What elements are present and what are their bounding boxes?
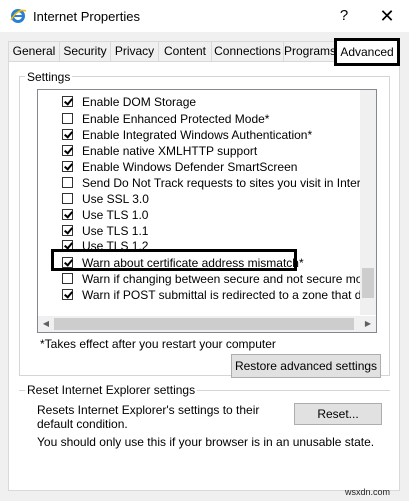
setting-label: Enable Windows Defender SmartScreen (82, 160, 298, 174)
settings-group-label: Settings (25, 70, 73, 84)
scroll-left-arrow-icon[interactable]: ◀ (38, 316, 54, 332)
tab-security[interactable]: Security (59, 41, 111, 61)
horizontal-scroll-thumb[interactable] (54, 318, 354, 330)
checkbox[interactable] (62, 225, 73, 236)
setting-label: Enable native XMLHTTP support (82, 144, 258, 158)
help-button[interactable]: ? (334, 6, 354, 26)
reset-warning: You should only use this if your browser… (37, 435, 375, 449)
reset-group-label: Reset Internet Explorer settings (25, 383, 198, 397)
setting-label: Use SSL 3.0 (82, 192, 149, 206)
checkbox[interactable] (62, 289, 73, 300)
tab-advanced[interactable]: Advanced (334, 38, 400, 66)
checkbox[interactable] (62, 96, 73, 107)
close-button[interactable]: ✕ (376, 5, 398, 27)
setting-label: Send Do Not Track requests to sites you … (82, 176, 377, 190)
internet-explorer-icon (10, 9, 27, 23)
checkbox[interactable] (62, 145, 73, 156)
tab-programs[interactable]: Programs (283, 41, 337, 61)
restore-advanced-settings-button[interactable]: Restore advanced settings (231, 354, 381, 378)
setting-label: Warn if changing between secure and not … (82, 272, 376, 286)
settings-list[interactable]: Enable DOM Storage Enable Enhanced Prote… (37, 89, 377, 333)
tab-general[interactable]: General (8, 41, 60, 61)
tab-connections[interactable]: Connections (211, 41, 284, 61)
checkbox[interactable] (62, 273, 73, 284)
setting-label: Enable Enhanced Protected Mode* (82, 112, 270, 126)
checkbox[interactable] (62, 193, 73, 204)
watermark: wsxdn.com (345, 487, 391, 497)
setting-label: Warn if POST submittal is redirected to … (82, 288, 377, 302)
setting-label: Enable Integrated Windows Authentication… (82, 128, 313, 142)
vertical-scroll-thumb[interactable] (362, 268, 374, 298)
scroll-right-arrow-icon[interactable]: ▶ (360, 316, 376, 332)
checkbox[interactable] (62, 161, 73, 172)
tab-privacy[interactable]: Privacy (110, 41, 159, 61)
setting-label: Use TLS 1.0 (82, 208, 149, 222)
tab-content[interactable]: Content (158, 41, 212, 61)
highlight-box (51, 249, 297, 271)
checkbox[interactable] (62, 129, 73, 140)
reset-button[interactable]: Reset... (294, 403, 382, 425)
checkbox[interactable] (62, 209, 73, 220)
checkbox[interactable] (62, 177, 73, 188)
setting-label: Enable DOM Storage (82, 95, 197, 109)
restart-footnote: *Takes effect after you restart your com… (40, 337, 276, 351)
window-title: Internet Properties (33, 9, 140, 24)
checkbox[interactable] (62, 113, 73, 124)
setting-label: Use TLS 1.1 (82, 224, 149, 238)
reset-description: Resets Internet Explorer's settings to t… (37, 403, 260, 431)
